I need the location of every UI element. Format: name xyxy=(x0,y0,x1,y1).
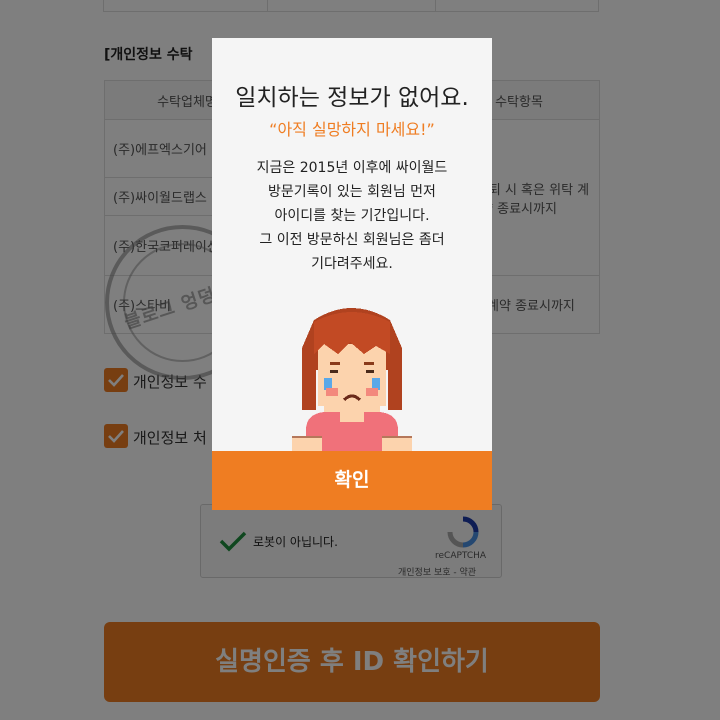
dialog-title: 일치하는 정보가 없어요. xyxy=(235,85,469,111)
confirm-button[interactable]: 확인 xyxy=(212,451,492,510)
dialog-body-line: 기다려주세요. xyxy=(311,256,393,272)
dialog-body: 지금은 2015년 이후에 싸이월드 방문기록이 있는 회원님 먼저 아이디를 … xyxy=(212,156,492,276)
dialog-body-line: 그 이전 방문하신 회원님은 좀더 xyxy=(259,232,445,248)
dialog-body-line: 지금은 2015년 이후에 싸이월드 xyxy=(256,160,448,176)
dialog-body-line: 방문기록이 있는 회원님 먼저 xyxy=(268,184,436,200)
no-match-dialog: 일치하는 정보가 없어요. “아직 실망하지 마세요!” 지금은 2015년 이… xyxy=(212,38,492,510)
dialog-body-line: 아이디를 찾는 기간입니다. xyxy=(274,208,430,224)
crying-girl-illustration xyxy=(292,308,412,452)
dialog-subtitle: “아직 실망하지 마세요!” xyxy=(269,120,435,139)
